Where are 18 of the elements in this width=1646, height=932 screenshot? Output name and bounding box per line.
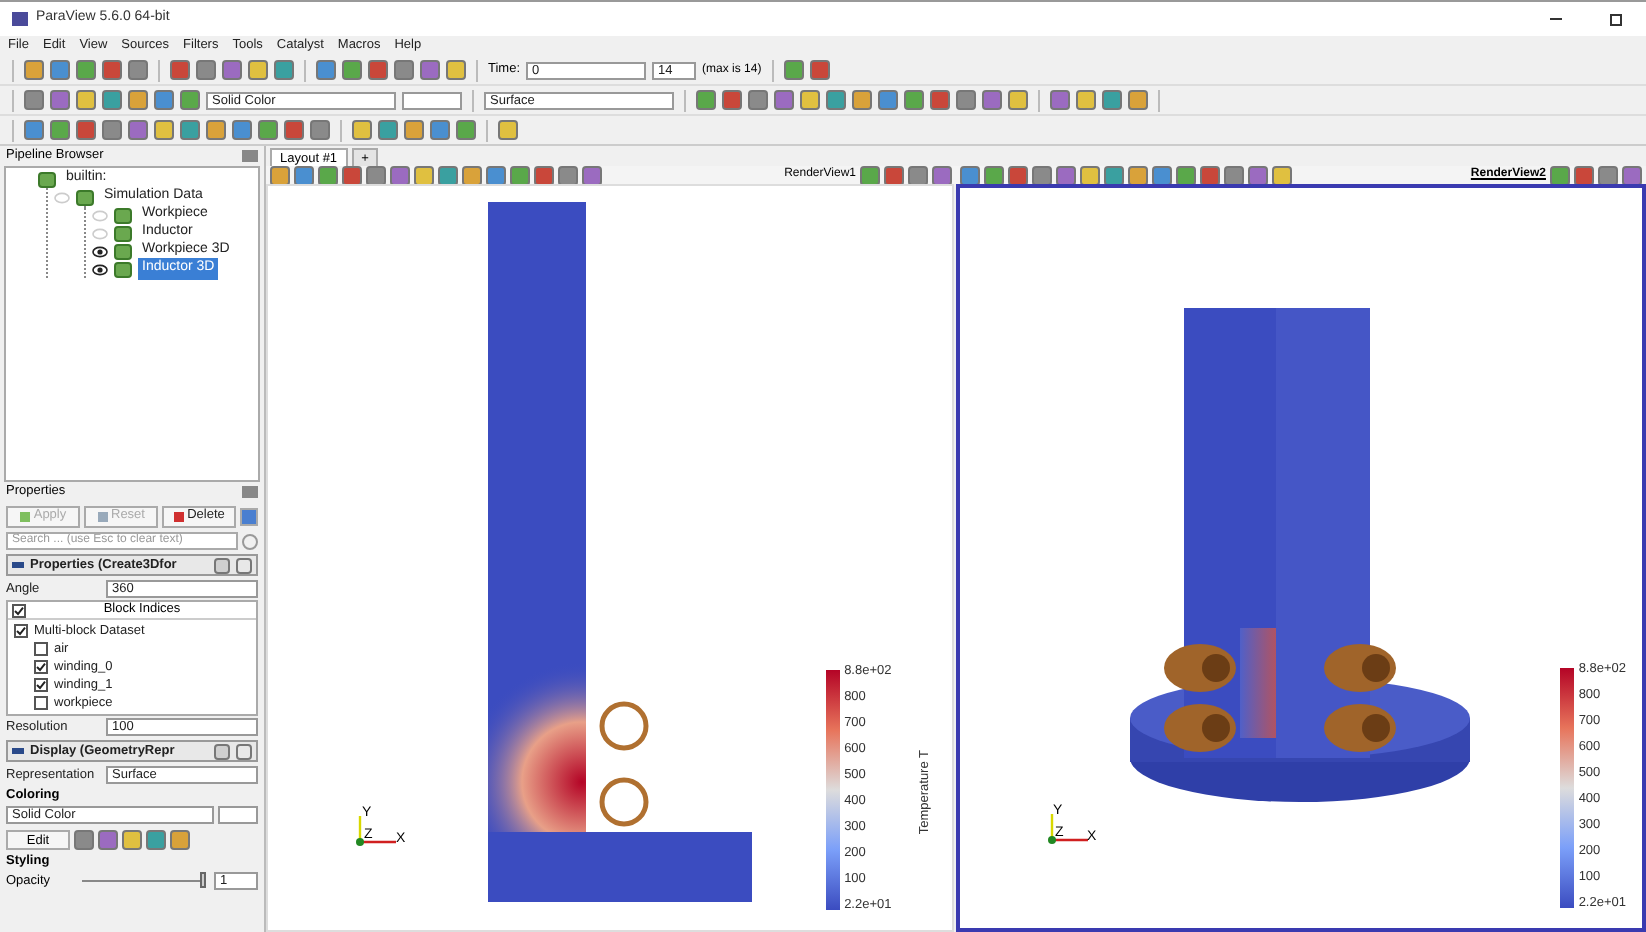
checkbox[interactable] [34,678,48,692]
dropdown[interactable] [218,806,258,824]
closed-eye-icon[interactable] [92,209,108,221]
toolbar-icon[interactable] [809,60,830,80]
closed-eye-icon[interactable] [54,191,70,203]
checkbox[interactable] [34,696,48,710]
checkbox[interactable] [12,603,26,617]
maximize-icon[interactable] [1610,13,1622,25]
help-icon[interactable] [240,507,258,525]
slider-thumb[interactable] [200,872,206,888]
toolbar-icon[interactable] [783,60,804,80]
checkbox[interactable] [34,642,48,656]
dropdown[interactable] [402,91,462,109]
eye-icon[interactable] [92,263,108,275]
app-icon [12,12,28,26]
checkbox[interactable] [14,624,28,638]
eye-icon[interactable] [92,245,108,257]
checkbox[interactable] [34,660,48,674]
